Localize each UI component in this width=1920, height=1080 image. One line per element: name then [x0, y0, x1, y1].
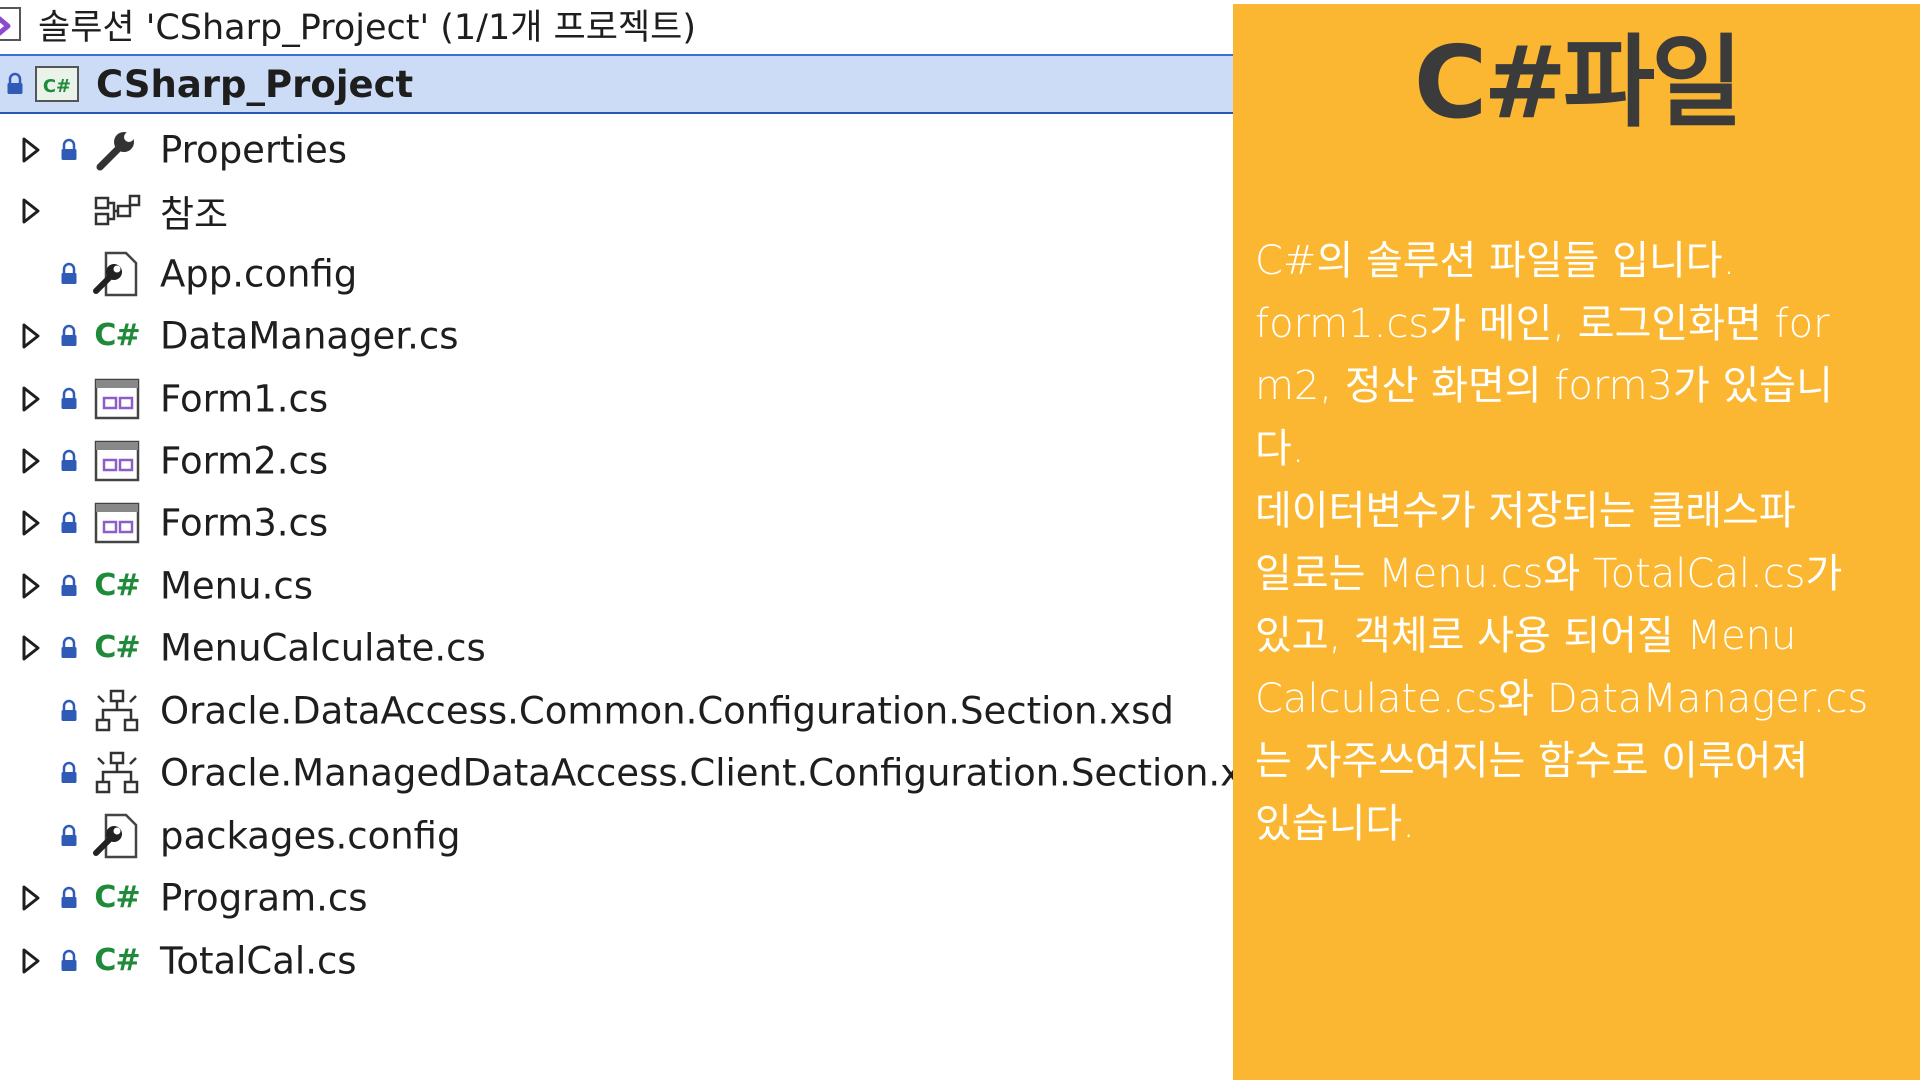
- lock-icon: [61, 636, 77, 658]
- solution-title: 솔루션 'CSharp_Project' (1/1개 프로젝트): [38, 7, 696, 48]
- tree-item-oracle-dataaccess-xsd[interactable]: Oracle.DataAccess.Common.Configuration.S…: [0, 682, 1233, 740]
- tree-item-packages-config[interactable]: packages.config: [0, 807, 1233, 865]
- expand-arrow-icon[interactable]: [20, 634, 42, 662]
- tree-item-label: MenuCalculate.cs: [160, 626, 486, 670]
- project-node[interactable]: C# CSharp_Project: [0, 54, 1233, 114]
- tree-item-app-config[interactable]: App.config: [0, 245, 1233, 303]
- description-line: 일로는 Menu.cs와 TotalCal.cs가: [1255, 550, 1843, 597]
- references-icon: [94, 194, 141, 226]
- csharp-file-icon: C#: [92, 875, 142, 921]
- lock-icon: [61, 387, 77, 409]
- lock-icon: [61, 699, 77, 721]
- schema-file-icon: [95, 689, 139, 732]
- expand-arrow-icon[interactable]: [20, 947, 42, 975]
- wrench-icon: [96, 132, 134, 171]
- project-name: CSharp_Project: [96, 62, 414, 106]
- lock-icon: [7, 72, 23, 94]
- tree-item-label: Oracle.ManagedDataAccess.Client.Configur…: [160, 751, 1285, 795]
- description-line: 데이터변수가 저장되는 클래스파: [1255, 488, 1796, 534]
- expand-arrow-icon[interactable]: [20, 447, 42, 475]
- visual-studio-solution-icon: [0, 7, 21, 41]
- lock-icon: [61, 138, 77, 160]
- csharp-file-icon: C#: [92, 625, 142, 671]
- description-line: 다.: [1255, 425, 1305, 472]
- tree-item-label: Program.cs: [160, 876, 368, 920]
- lock-icon: [61, 886, 77, 908]
- tree-item-label: Form3.cs: [160, 501, 329, 545]
- panel-title: C#파일: [1413, 24, 1743, 141]
- expand-arrow-icon[interactable]: [20, 572, 42, 600]
- description-line: 있습니다.: [1255, 800, 1415, 847]
- expand-arrow-icon[interactable]: [20, 884, 42, 912]
- csharp-glyph: C#: [94, 943, 140, 978]
- expand-arrow-icon[interactable]: [20, 385, 42, 413]
- description-line: form1.cs가 메인, 로그인화면 for: [1255, 300, 1830, 347]
- expand-arrow-icon[interactable]: [20, 322, 42, 350]
- tree-item-label: App.config: [160, 252, 358, 296]
- config-file-icon: [93, 813, 138, 859]
- tree-item-label: Form2.cs: [160, 439, 329, 483]
- tree-item-program-cs[interactable]: C# Program.cs: [0, 869, 1233, 927]
- tree-item-properties[interactable]: Properties: [0, 121, 1233, 179]
- form-file-icon: [94, 440, 140, 482]
- tree-item-label: Oracle.DataAccess.Common.Configuration.S…: [160, 689, 1174, 733]
- tree-item-label: Properties: [160, 128, 347, 172]
- lock-icon: [61, 761, 77, 783]
- schema-file-icon: [95, 751, 139, 794]
- tree-item-oracle-manageddataaccess-xsd[interactable]: Oracle.ManagedDataAccess.Client.Configur…: [0, 744, 1285, 802]
- description-line: 있고, 객체로 사용 되어질 Menu: [1255, 613, 1797, 659]
- csharp-glyph: C#: [94, 318, 140, 353]
- tree-item-form3-cs[interactable]: Form3.cs: [0, 494, 1233, 552]
- csharp-project-icon: C#: [35, 66, 79, 102]
- lock-icon: [61, 574, 77, 596]
- lock-icon: [61, 511, 77, 533]
- form-file-icon: [94, 502, 140, 544]
- expand-arrow-icon[interactable]: [20, 136, 42, 164]
- lock-icon: [61, 262, 77, 284]
- solution-node[interactable]: 솔루션 'CSharp_Project' (1/1개 프로젝트): [0, 0, 1233, 48]
- tree-item-label: TotalCal.cs: [160, 939, 357, 983]
- tree-item-label: DataManager.cs: [160, 314, 459, 358]
- csharp-file-icon: C#: [92, 938, 142, 984]
- description-panel: C#파일 C#의 솔루션 파일들 입니다. form1.cs가 메인, 로그인화…: [1233, 4, 1920, 1080]
- svg-text:C#: C#: [43, 76, 71, 97]
- csharp-file-icon: C#: [92, 313, 142, 359]
- lock-icon: [61, 949, 77, 971]
- tree-item-label: packages.config: [160, 814, 461, 858]
- tree-item-label: 참조: [160, 193, 229, 236]
- tree-item-totalcal-cs[interactable]: C# TotalCal.cs: [0, 932, 1233, 990]
- tree-item-references[interactable]: 참조: [0, 182, 1233, 240]
- solution-explorer: 솔루션 'CSharp_Project' (1/1개 프로젝트) C# CSha…: [0, 0, 1285, 1080]
- csharp-glyph: C#: [94, 880, 140, 915]
- tree-item-datamanager-cs[interactable]: C# DataManager.cs: [0, 307, 1233, 365]
- description-line: Calculate.cs와 DataManager.cs: [1255, 675, 1869, 722]
- expand-arrow-icon[interactable]: [20, 509, 42, 537]
- expand-arrow-icon[interactable]: [20, 197, 42, 225]
- csharp-glyph: C#: [94, 568, 140, 603]
- description-line: C#의 솔루션 파일들 입니다.: [1255, 238, 1736, 284]
- page: 솔루션 'CSharp_Project' (1/1개 프로젝트) C# CSha…: [0, 0, 1920, 1080]
- form-file-icon: [94, 378, 140, 420]
- lock-icon: [61, 824, 77, 846]
- tree-item-label: Menu.cs: [160, 564, 313, 608]
- description-line: 는 자주쓰여지는 함수로 이루어져: [1255, 738, 1809, 784]
- lock-icon: [61, 449, 77, 471]
- tree-item-label: Form1.cs: [160, 377, 329, 421]
- tree-item-menu-cs[interactable]: C# Menu.cs: [0, 557, 1233, 615]
- csharp-file-icon: C#: [92, 563, 142, 609]
- panel-description: C#의 솔루션 파일들 입니다. form1.cs가 메인, 로그인화면 for…: [1255, 230, 1905, 855]
- description-line: m2, 정산 화면의 form3가 있습니: [1255, 363, 1833, 409]
- lock-icon: [61, 324, 77, 346]
- tree-item-menucalculate-cs[interactable]: C# MenuCalculate.cs: [0, 619, 1233, 677]
- tree-item-form2-cs[interactable]: Form2.cs: [0, 432, 1233, 490]
- tree-item-form1-cs[interactable]: Form1.cs: [0, 370, 1233, 428]
- csharp-glyph: C#: [94, 630, 140, 665]
- config-file-icon: [93, 251, 138, 297]
